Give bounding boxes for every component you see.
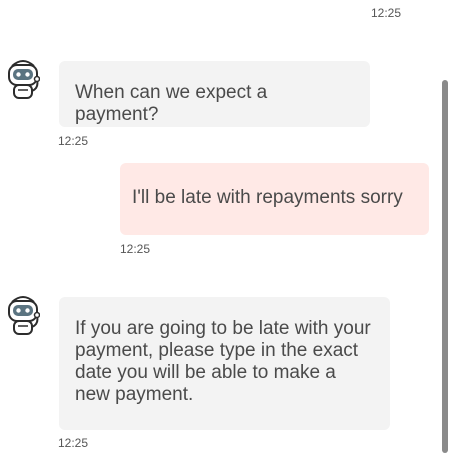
chat-window: 12:25 When can we expect a payment? 12:2… bbox=[0, 0, 450, 471]
message-timestamp: 12:25 bbox=[58, 134, 89, 148]
message-text: When can we expect a payment? bbox=[75, 82, 268, 125]
bot-message-bubble: When can we expect a payment? bbox=[59, 61, 370, 127]
message-timestamp: 12:25 bbox=[120, 242, 151, 256]
robot-icon bbox=[8, 296, 41, 335]
user-message-bubble: I'll be late with repayments sorry bbox=[120, 163, 429, 235]
message-timestamp: 12:25 bbox=[371, 6, 402, 20]
bot-message-bubble: If you are going to be late with your pa… bbox=[59, 297, 390, 430]
message-text: If you are going to be late with your pa… bbox=[75, 318, 371, 405]
bot-avatar bbox=[6, 294, 41, 336]
bot-avatar bbox=[6, 58, 41, 100]
scrollbar-thumb[interactable] bbox=[442, 80, 448, 453]
robot-icon bbox=[8, 60, 41, 99]
message-text: I'll be late with repayments sorry bbox=[132, 187, 403, 208]
message-timestamp: 12:25 bbox=[58, 436, 89, 450]
